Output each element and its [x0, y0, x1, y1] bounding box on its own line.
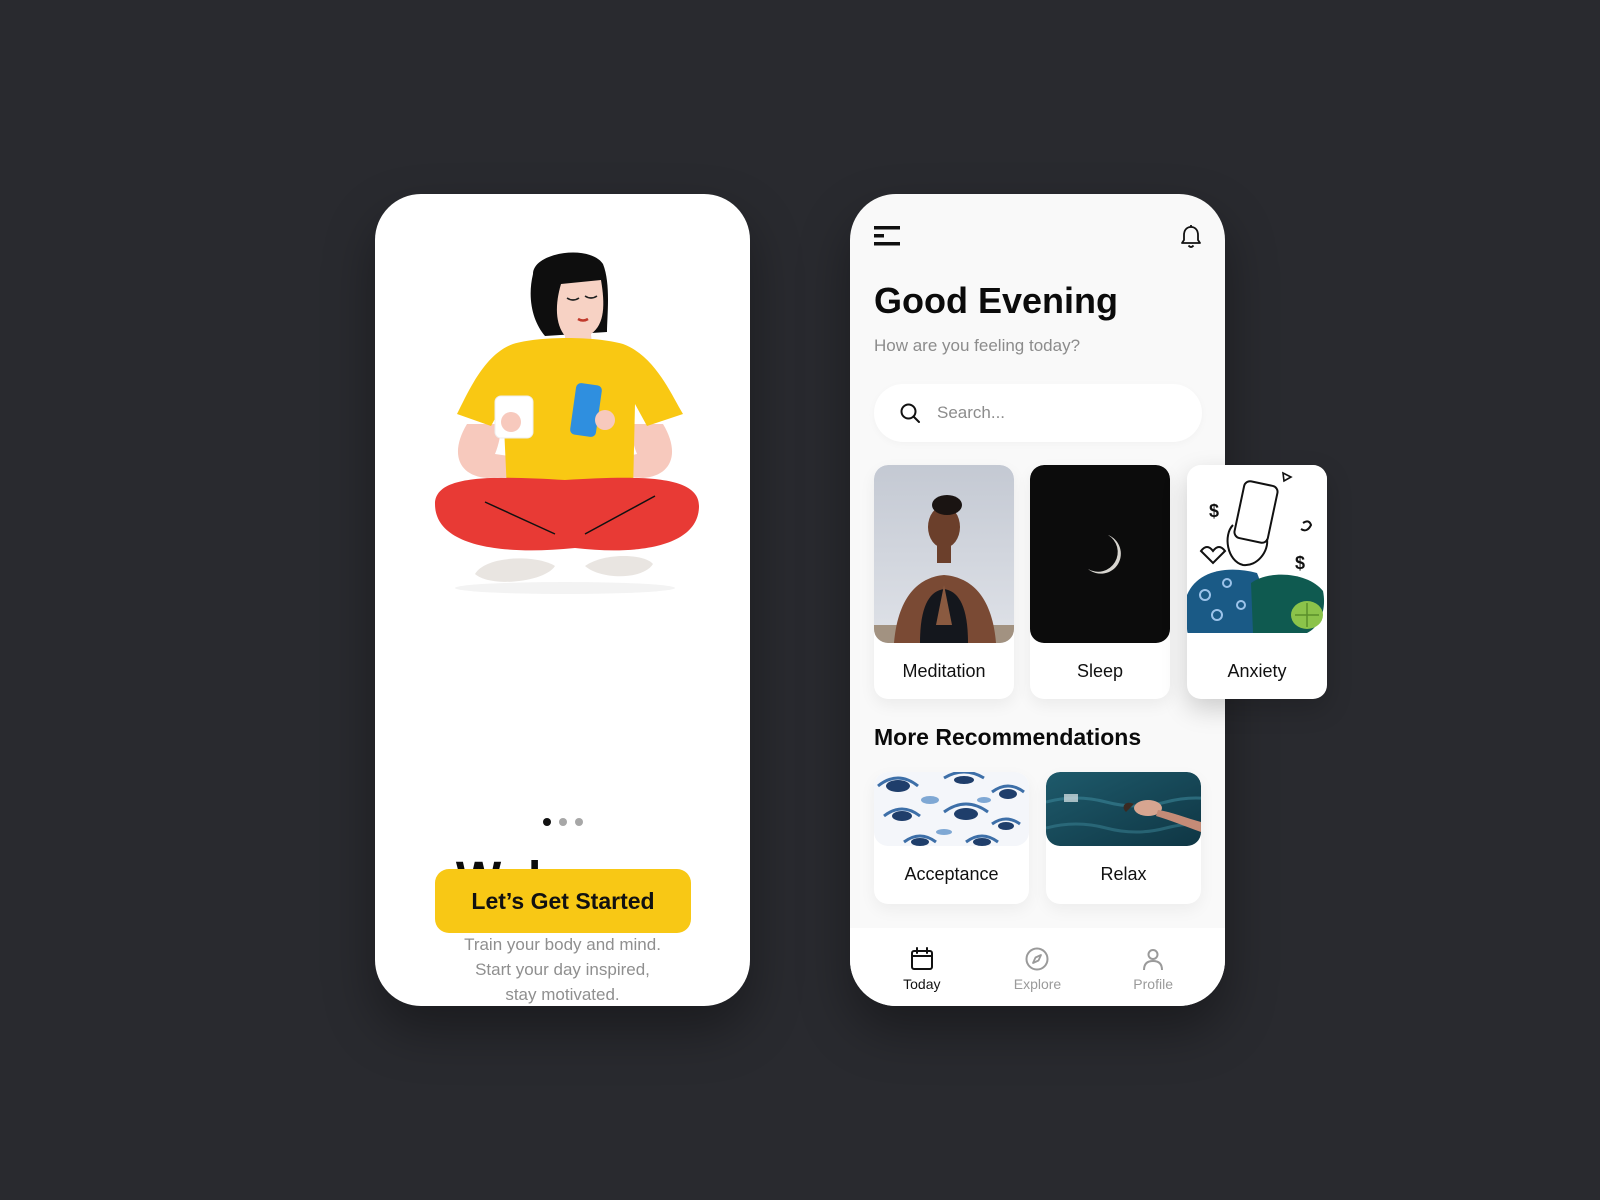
category-card-sleep[interactable]: Sleep — [1030, 465, 1170, 699]
anxiety-illustration: $ $ — [1187, 465, 1327, 643]
tab-profile[interactable]: Profile — [1108, 946, 1198, 1006]
welcome-description: Train your body and mind. Start your day… — [375, 932, 750, 1006]
welcome-description-line: stay motivated. — [505, 985, 620, 1004]
eyes-pattern-image — [874, 772, 1029, 846]
tab-label: Profile — [1133, 976, 1173, 992]
bell-icon[interactable] — [1179, 224, 1203, 250]
recommendations-title: More Recommendations — [874, 724, 1142, 750]
pager-dot-3[interactable] — [574, 818, 583, 826]
welcome-screen: Welcome Train your body and mind. Start … — [375, 194, 750, 1006]
recommendation-card-relax[interactable]: Relax — [1046, 772, 1201, 904]
menu-icon[interactable] — [874, 226, 900, 246]
category-card-anxiety[interactable]: $ $ Anxiety — [1187, 465, 1327, 699]
category-card-meditation[interactable]: Meditation — [874, 465, 1014, 699]
welcome-description-line: Start your day inspired, — [475, 960, 650, 979]
category-label: Sleep — [1076, 661, 1124, 681]
user-icon — [1143, 949, 1164, 971]
moon-photo — [1030, 465, 1170, 643]
category-label: Meditation — [902, 661, 986, 681]
pager-dot-1[interactable] — [542, 818, 551, 826]
category-label: Anxiety — [1227, 661, 1287, 681]
welcome-description-line: Train your body and mind. — [464, 935, 661, 954]
tab-explore[interactable]: Explore — [992, 946, 1082, 1006]
greeting-subtitle: How are you feeling today? — [874, 336, 1081, 355]
tab-label: Today — [903, 976, 941, 992]
woman-meditating-illustration — [435, 252, 699, 594]
floating-water-photo — [1046, 772, 1201, 846]
home-screen: Good Evening How are you feeling today? — [850, 194, 1225, 1006]
greeting-title: Good Evening — [874, 280, 1119, 321]
search-input[interactable] — [937, 403, 1177, 423]
svg-text:$: $ — [1295, 553, 1305, 573]
onboarding-pager — [375, 818, 750, 826]
recommendation-label: Acceptance — [904, 864, 999, 884]
pager-dot-2[interactable] — [558, 818, 567, 826]
get-started-button[interactable]: Let’s Get Started — [435, 869, 691, 933]
bottom-tab-bar: Today Explore Profile — [850, 928, 1225, 1006]
search-bar[interactable] — [874, 384, 1202, 442]
recommendation-label: Relax — [1100, 864, 1147, 884]
compass-icon — [1025, 947, 1049, 971]
tab-label: Explore — [1013, 976, 1062, 992]
meditation-photo — [874, 465, 1014, 643]
recommendation-card-acceptance[interactable]: Acceptance — [874, 772, 1029, 904]
calendar-icon — [910, 947, 933, 970]
tab-today[interactable]: Today — [877, 946, 967, 1006]
search-icon — [900, 403, 920, 423]
svg-text:$: $ — [1209, 501, 1219, 521]
